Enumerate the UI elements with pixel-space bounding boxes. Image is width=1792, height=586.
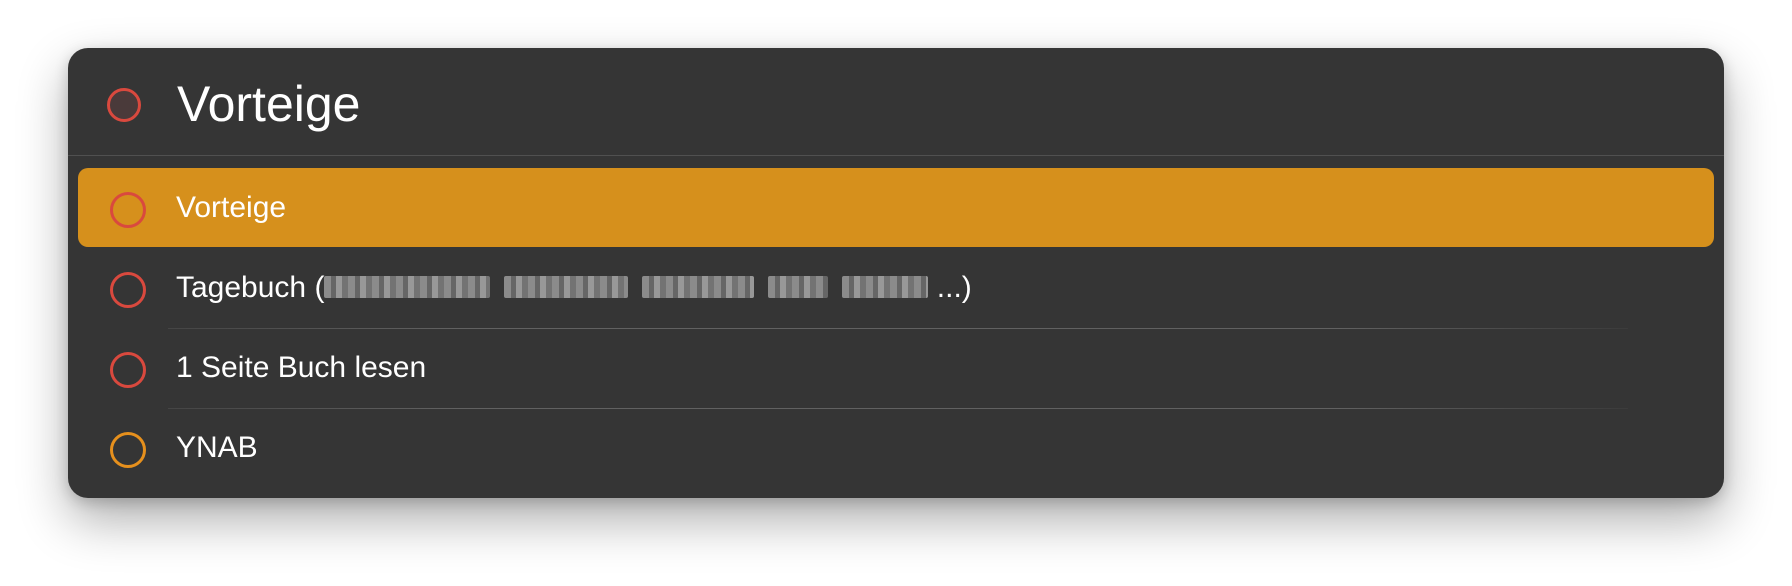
quick-entry-panel: Vorteige Vorteige Tagebuch ( ...) 1 Seit… (68, 48, 1724, 498)
redacted-text (642, 276, 755, 299)
redacted-text (768, 276, 829, 299)
circle-outline-icon (110, 272, 146, 308)
result-item[interactable]: Tagebuch ( ...) (78, 248, 1714, 327)
result-label: Vorteige (176, 191, 287, 224)
redacted-text (842, 276, 929, 299)
circle-outline-icon (110, 192, 146, 228)
result-label: Tagebuch ( ...) (176, 271, 972, 304)
redacted-text (324, 276, 491, 299)
search-input[interactable]: Vorteige (177, 74, 360, 134)
result-item[interactable]: 1 Seite Buch lesen (78, 328, 1714, 407)
redacted-text (504, 276, 629, 299)
result-item-selected[interactable]: Vorteige (78, 168, 1714, 247)
circle-outline-icon (110, 352, 146, 388)
circle-outline-icon (107, 88, 141, 122)
result-label: YNAB (176, 431, 258, 464)
circle-outline-icon (110, 432, 146, 468)
search-row[interactable]: Vorteige (68, 48, 1724, 156)
result-item[interactable]: YNAB (78, 408, 1714, 487)
result-label: 1 Seite Buch lesen (176, 351, 427, 384)
